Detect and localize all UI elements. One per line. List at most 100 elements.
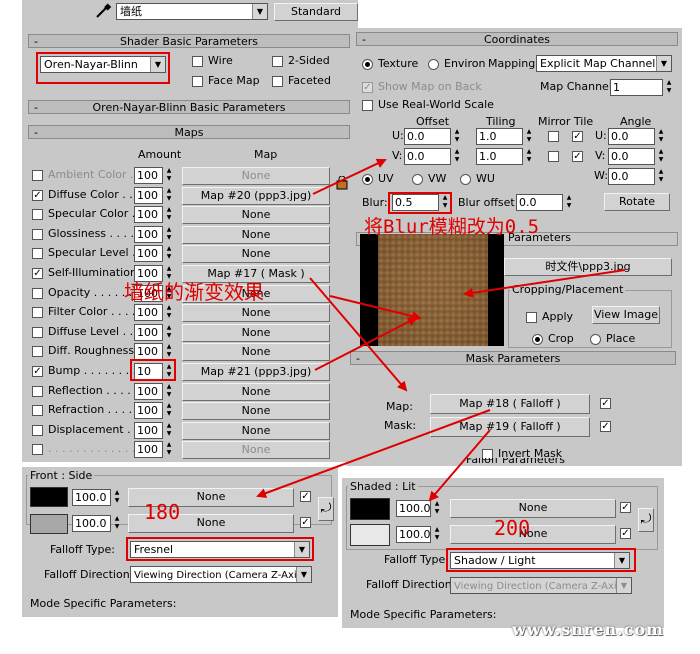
spinner-arrows-icon[interactable]: ▲ ▼ [664,79,674,96]
side-amount-spinner[interactable]: 100.0 ▲ ▼ [72,515,122,532]
spinner-arrows-icon[interactable]: ▲ ▼ [164,167,174,184]
map-amount-value[interactable]: 100 [134,343,163,360]
lit-amount-spinner[interactable]: 100.0 ▲ ▼ [396,526,442,543]
map-amount-spinner[interactable]: 100 ▲ ▼ [134,422,174,439]
map-amount-spinner[interactable]: 100 ▲ ▼ [134,245,174,262]
bitmap-file-button[interactable]: 时文件\ppp3.jpg [504,258,672,276]
falloff-direction-dropdown[interactable]: Viewing Direction (Camera Z-Axis) ▼ [130,566,312,583]
onb-basic-rollout[interactable]: - Oren-Nayar-Blinn Basic Parameters [28,100,350,114]
spinner-arrows-icon[interactable]: ▲ ▼ [164,245,174,262]
map-enable-checkbox[interactable] [32,327,43,338]
map-enable-checkbox[interactable]: ✓ [32,268,43,279]
lit-map-checkbox[interactable]: ✓ [620,528,631,539]
show-map-on-back-checkbox[interactable]: ✓ [362,82,373,93]
mask-mask-button[interactable]: Map #19 ( Falloff ) [430,417,590,437]
side-color-swatch[interactable] [30,514,68,534]
shaded-map-button[interactable]: None [450,499,616,518]
v-tiling-value[interactable]: 1.0 [476,148,523,165]
shaded-amount-value[interactable]: 100.0 [396,500,431,517]
map-enable-checkbox[interactable] [32,170,43,181]
map-amount-spinner[interactable]: 100 ▲ ▼ [134,226,174,243]
map-amount-spinner[interactable]: 100 ▲ ▼ [134,187,174,204]
lit-color-swatch[interactable] [350,524,390,546]
map-slot-button[interactable]: None [182,245,330,263]
v-mirror-checkbox[interactable] [548,151,559,162]
map-amount-spinner[interactable]: 100 ▲ ▼ [134,324,174,341]
u-tiling-spinner[interactable]: 1.0 ▲ ▼ [476,128,534,145]
map-amount-value[interactable]: 100 [134,383,163,400]
map-amount-value[interactable]: 100 [134,226,163,243]
v-tile-checkbox[interactable]: ✓ [572,151,583,162]
map-amount-value[interactable]: 100 [134,422,163,439]
spinner-arrows-icon[interactable]: ▲ ▼ [656,168,666,185]
map-amount-spinner[interactable]: 100 ▲ ▼ [134,383,174,400]
spinner-arrows-icon[interactable]: ▲ ▼ [112,515,122,532]
chevron-down-icon[interactable]: ▼ [252,4,267,19]
chevron-down-icon[interactable]: ▼ [296,567,311,582]
map-slot-button[interactable]: None [182,167,330,185]
eyedropper-icon[interactable] [94,3,112,19]
blur-offset-value[interactable]: 0.0 [516,194,563,211]
map-slot-button[interactable]: None [182,383,330,401]
two-sided-checkbox[interactable] [272,56,283,67]
spinner-arrows-icon[interactable]: ▲ ▼ [452,148,462,165]
w-angle-spinner[interactable]: 0.0 ▲ ▼ [608,168,666,185]
mask-mask-checkbox[interactable]: ✓ [600,421,611,432]
material-name-field[interactable]: 墙纸 ▼ [116,3,268,20]
side-map-checkbox[interactable]: ✓ [300,517,311,528]
u-tiling-value[interactable]: 1.0 [476,128,523,145]
v-offset-spinner[interactable]: 0.0 ▲ ▼ [404,148,462,165]
maps-rollout[interactable]: - Maps [28,125,350,139]
spinner-arrows-icon[interactable]: ▲ ▼ [112,489,122,506]
material-type-button[interactable]: Standard [274,3,358,21]
map-amount-value[interactable]: 100 [134,441,163,458]
w-angle-value[interactable]: 0.0 [608,168,655,185]
falloff-direction-dropdown[interactable]: Viewing Direction (Camera Z-Axis) ▼ [450,577,632,594]
map-slot-button[interactable]: None [182,402,330,420]
texture-radio[interactable] [362,59,373,70]
spinner-arrows-icon[interactable]: ▲ ▼ [164,422,174,439]
map-enable-checkbox[interactable] [32,248,43,259]
map-slot-button[interactable]: None [182,324,330,342]
map-amount-spinner[interactable]: 100 ▲ ▼ [134,167,174,184]
map-enable-checkbox[interactable]: ✓ [32,366,43,377]
map-enable-checkbox[interactable] [32,444,43,455]
map-amount-value[interactable]: 100 [134,304,163,321]
spinner-arrows-icon[interactable]: ▲ ▼ [656,148,666,165]
map-enable-checkbox[interactable] [32,307,43,318]
map-enable-checkbox[interactable]: ✓ [32,190,43,201]
map-enable-checkbox[interactable] [32,346,43,357]
v-tiling-spinner[interactable]: 1.0 ▲ ▼ [476,148,534,165]
swap-colors-icon[interactable]: ⤾ [638,508,654,532]
spinner-arrows-icon[interactable]: ▲ ▼ [164,226,174,243]
map-amount-value[interactable]: 100 [134,324,163,341]
spinner-arrows-icon[interactable]: ▲ ▼ [164,343,174,360]
spinner-arrows-icon[interactable]: ▲ ▼ [656,128,666,145]
map-amount-spinner[interactable]: 100 ▲ ▼ [134,304,174,321]
shader-basic-rollout[interactable]: - Shader Basic Parameters [28,34,350,48]
front-color-swatch[interactable] [30,487,68,507]
map-enable-checkbox[interactable] [32,288,43,299]
lock-icon[interactable] [336,175,348,190]
side-amount-value[interactable]: 100.0 [72,515,111,532]
spinner-arrows-icon[interactable]: ▲ ▼ [524,128,534,145]
rotate-button[interactable]: Rotate [604,193,670,211]
uv-radio[interactable] [362,174,373,185]
shaded-color-swatch[interactable] [350,498,390,520]
map-channel-value[interactable]: 1 [610,79,663,96]
map-slot-button[interactable]: None [182,226,330,244]
map-amount-value[interactable]: 100 [134,206,163,223]
map-slot-button[interactable]: None [182,343,330,361]
map-slot-button[interactable]: None [182,441,330,459]
chevron-down-icon[interactable]: ▼ [616,578,631,593]
map-amount-spinner[interactable]: 100 ▲ ▼ [134,402,174,419]
blur-offset-spinner[interactable]: 0.0 ▲ ▼ [516,194,574,211]
spinner-arrows-icon[interactable]: ▲ ▼ [164,383,174,400]
spinner-arrows-icon[interactable]: ▲ ▼ [452,128,462,145]
chevron-down-icon[interactable]: ▼ [656,56,671,71]
u-offset-value[interactable]: 0.0 [404,128,451,145]
wu-radio[interactable] [460,174,471,185]
map-amount-value[interactable]: 100 [134,187,163,204]
mask-map-checkbox[interactable]: ✓ [600,398,611,409]
u-angle-spinner[interactable]: 0.0 ▲ ▼ [608,128,666,145]
